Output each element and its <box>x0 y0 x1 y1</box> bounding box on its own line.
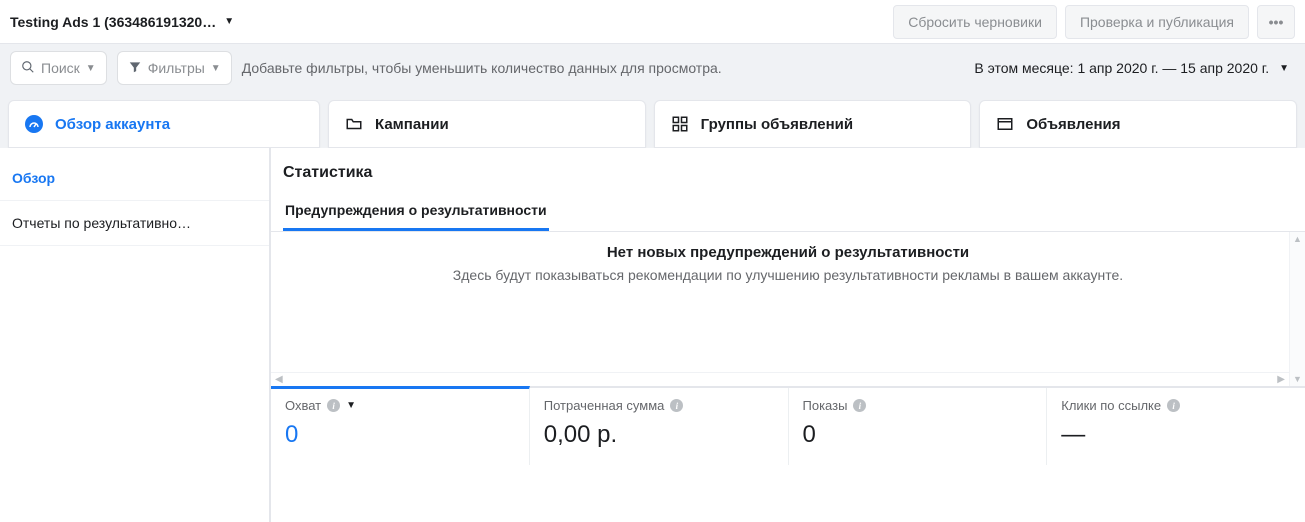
sidebar-item-label: Отчеты по результативно… <box>12 215 191 231</box>
scroll-down-icon: ▼ <box>1293 374 1302 384</box>
metric-value: 0 <box>803 421 1033 449</box>
grid-icon <box>671 115 689 133</box>
alerts-empty-state: Нет новых предупреждений о результативно… <box>271 232 1305 295</box>
scroll-right-icon: ▶ <box>1277 374 1285 385</box>
more-button[interactable]: ••• <box>1257 5 1295 39</box>
alerts-description: Здесь будут показываться рекомендации по… <box>453 267 1123 283</box>
top-bar: Testing Ads 1 (363486191320… ▼ Сбросить … <box>0 0 1305 44</box>
review-publish-button[interactable]: Проверка и публикация <box>1065 5 1249 39</box>
metric-value: 0 <box>285 421 515 449</box>
tab-label: Кампании <box>375 116 449 133</box>
chevron-down-icon: ▼ <box>86 63 96 74</box>
account-picker[interactable]: Testing Ads 1 (363486191320… ▼ <box>10 14 234 30</box>
subtab-label: Предупреждения о результативности <box>285 202 547 218</box>
info-icon[interactable]: i <box>327 399 340 412</box>
tab-adsets[interactable]: Группы объявлений <box>654 100 972 148</box>
tab-label: Группы объявлений <box>701 116 853 133</box>
metric-impressions[interactable]: Показы i 0 <box>789 388 1048 465</box>
horizontal-scrollbar[interactable]: ◀ ▶ <box>271 372 1289 386</box>
scroll-left-icon: ◀ <box>275 374 283 385</box>
sidebar-item-reports[interactable]: Отчеты по результативно… <box>0 201 269 246</box>
metric-link-clicks[interactable]: Клики по ссылке i — <box>1047 388 1305 465</box>
info-icon[interactable]: i <box>853 399 866 412</box>
alerts-heading: Нет новых предупреждений о результативно… <box>607 244 969 261</box>
metric-label: Потраченная сумма <box>544 398 665 413</box>
filters-pill[interactable]: Фильтры ▼ <box>117 51 232 85</box>
gauge-icon <box>25 115 43 133</box>
metric-label: Охват <box>285 398 321 413</box>
info-icon[interactable]: i <box>670 399 683 412</box>
tab-campaigns[interactable]: Кампании <box>328 100 646 148</box>
panel-title: Статистика <box>271 160 1305 192</box>
ad-icon <box>996 115 1014 133</box>
metrics-row: Охват i ▼ 0 Потраченная сумма i 0,00 р. … <box>271 386 1305 465</box>
date-range-label: В этом месяце: 1 апр 2020 г. — 15 апр 20… <box>974 60 1269 76</box>
search-label: Поиск <box>41 60 80 76</box>
chevron-down-icon: ▼ <box>224 16 234 27</box>
metric-label: Клики по ссылке <box>1061 398 1161 413</box>
filter-hint: Добавьте фильтры, чтобы уменьшить количе… <box>242 60 722 76</box>
filter-bar: Поиск ▼ Фильтры ▼ Добавьте фильтры, чтоб… <box>0 44 1305 92</box>
tab-label: Объявления <box>1026 116 1120 133</box>
scroll-up-icon: ▲ <box>1293 234 1302 244</box>
main-panel: Статистика Предупреждения о результативн… <box>270 148 1305 522</box>
metric-label: Показы <box>803 398 848 413</box>
metric-value: 0,00 р. <box>544 421 774 449</box>
sidebar: Обзор Отчеты по результативно… <box>0 148 270 522</box>
chevron-down-icon: ▼ <box>1279 63 1289 74</box>
panel-subtabs: Предупреждения о результативности <box>271 192 1305 232</box>
vertical-scrollbar[interactable]: ▲ ▼ <box>1289 232 1305 386</box>
account-label: Testing Ads 1 (363486191320… <box>10 14 216 30</box>
tab-account-overview[interactable]: Обзор аккаунта <box>8 100 320 148</box>
chevron-down-icon: ▼ <box>211 63 221 74</box>
folder-icon <box>345 115 363 133</box>
search-icon <box>21 60 35 77</box>
subtab-performance-alerts[interactable]: Предупреждения о результативности <box>283 192 549 231</box>
tab-ads[interactable]: Объявления <box>979 100 1297 148</box>
reset-drafts-button[interactable]: Сбросить черновики <box>893 5 1057 39</box>
sidebar-item-label: Обзор <box>12 170 55 186</box>
filter-icon <box>128 60 142 77</box>
chevron-down-icon: ▼ <box>346 400 356 411</box>
date-range-picker[interactable]: В этом месяце: 1 апр 2020 г. — 15 апр 20… <box>974 60 1295 76</box>
metric-spent[interactable]: Потраченная сумма i 0,00 р. <box>530 388 789 465</box>
main-tabs: Обзор аккаунта Кампании Группы объявлени… <box>0 92 1305 148</box>
sidebar-item-overview[interactable]: Обзор <box>0 156 269 201</box>
content-body: Обзор Отчеты по результативно… Статистик… <box>0 148 1305 522</box>
filters-label: Фильтры <box>148 60 205 76</box>
search-pill[interactable]: Поиск ▼ <box>10 51 107 85</box>
tab-label: Обзор аккаунта <box>55 116 170 133</box>
info-icon[interactable]: i <box>1167 399 1180 412</box>
metric-value: — <box>1061 421 1291 449</box>
metric-reach[interactable]: Охват i ▼ 0 <box>271 386 530 465</box>
